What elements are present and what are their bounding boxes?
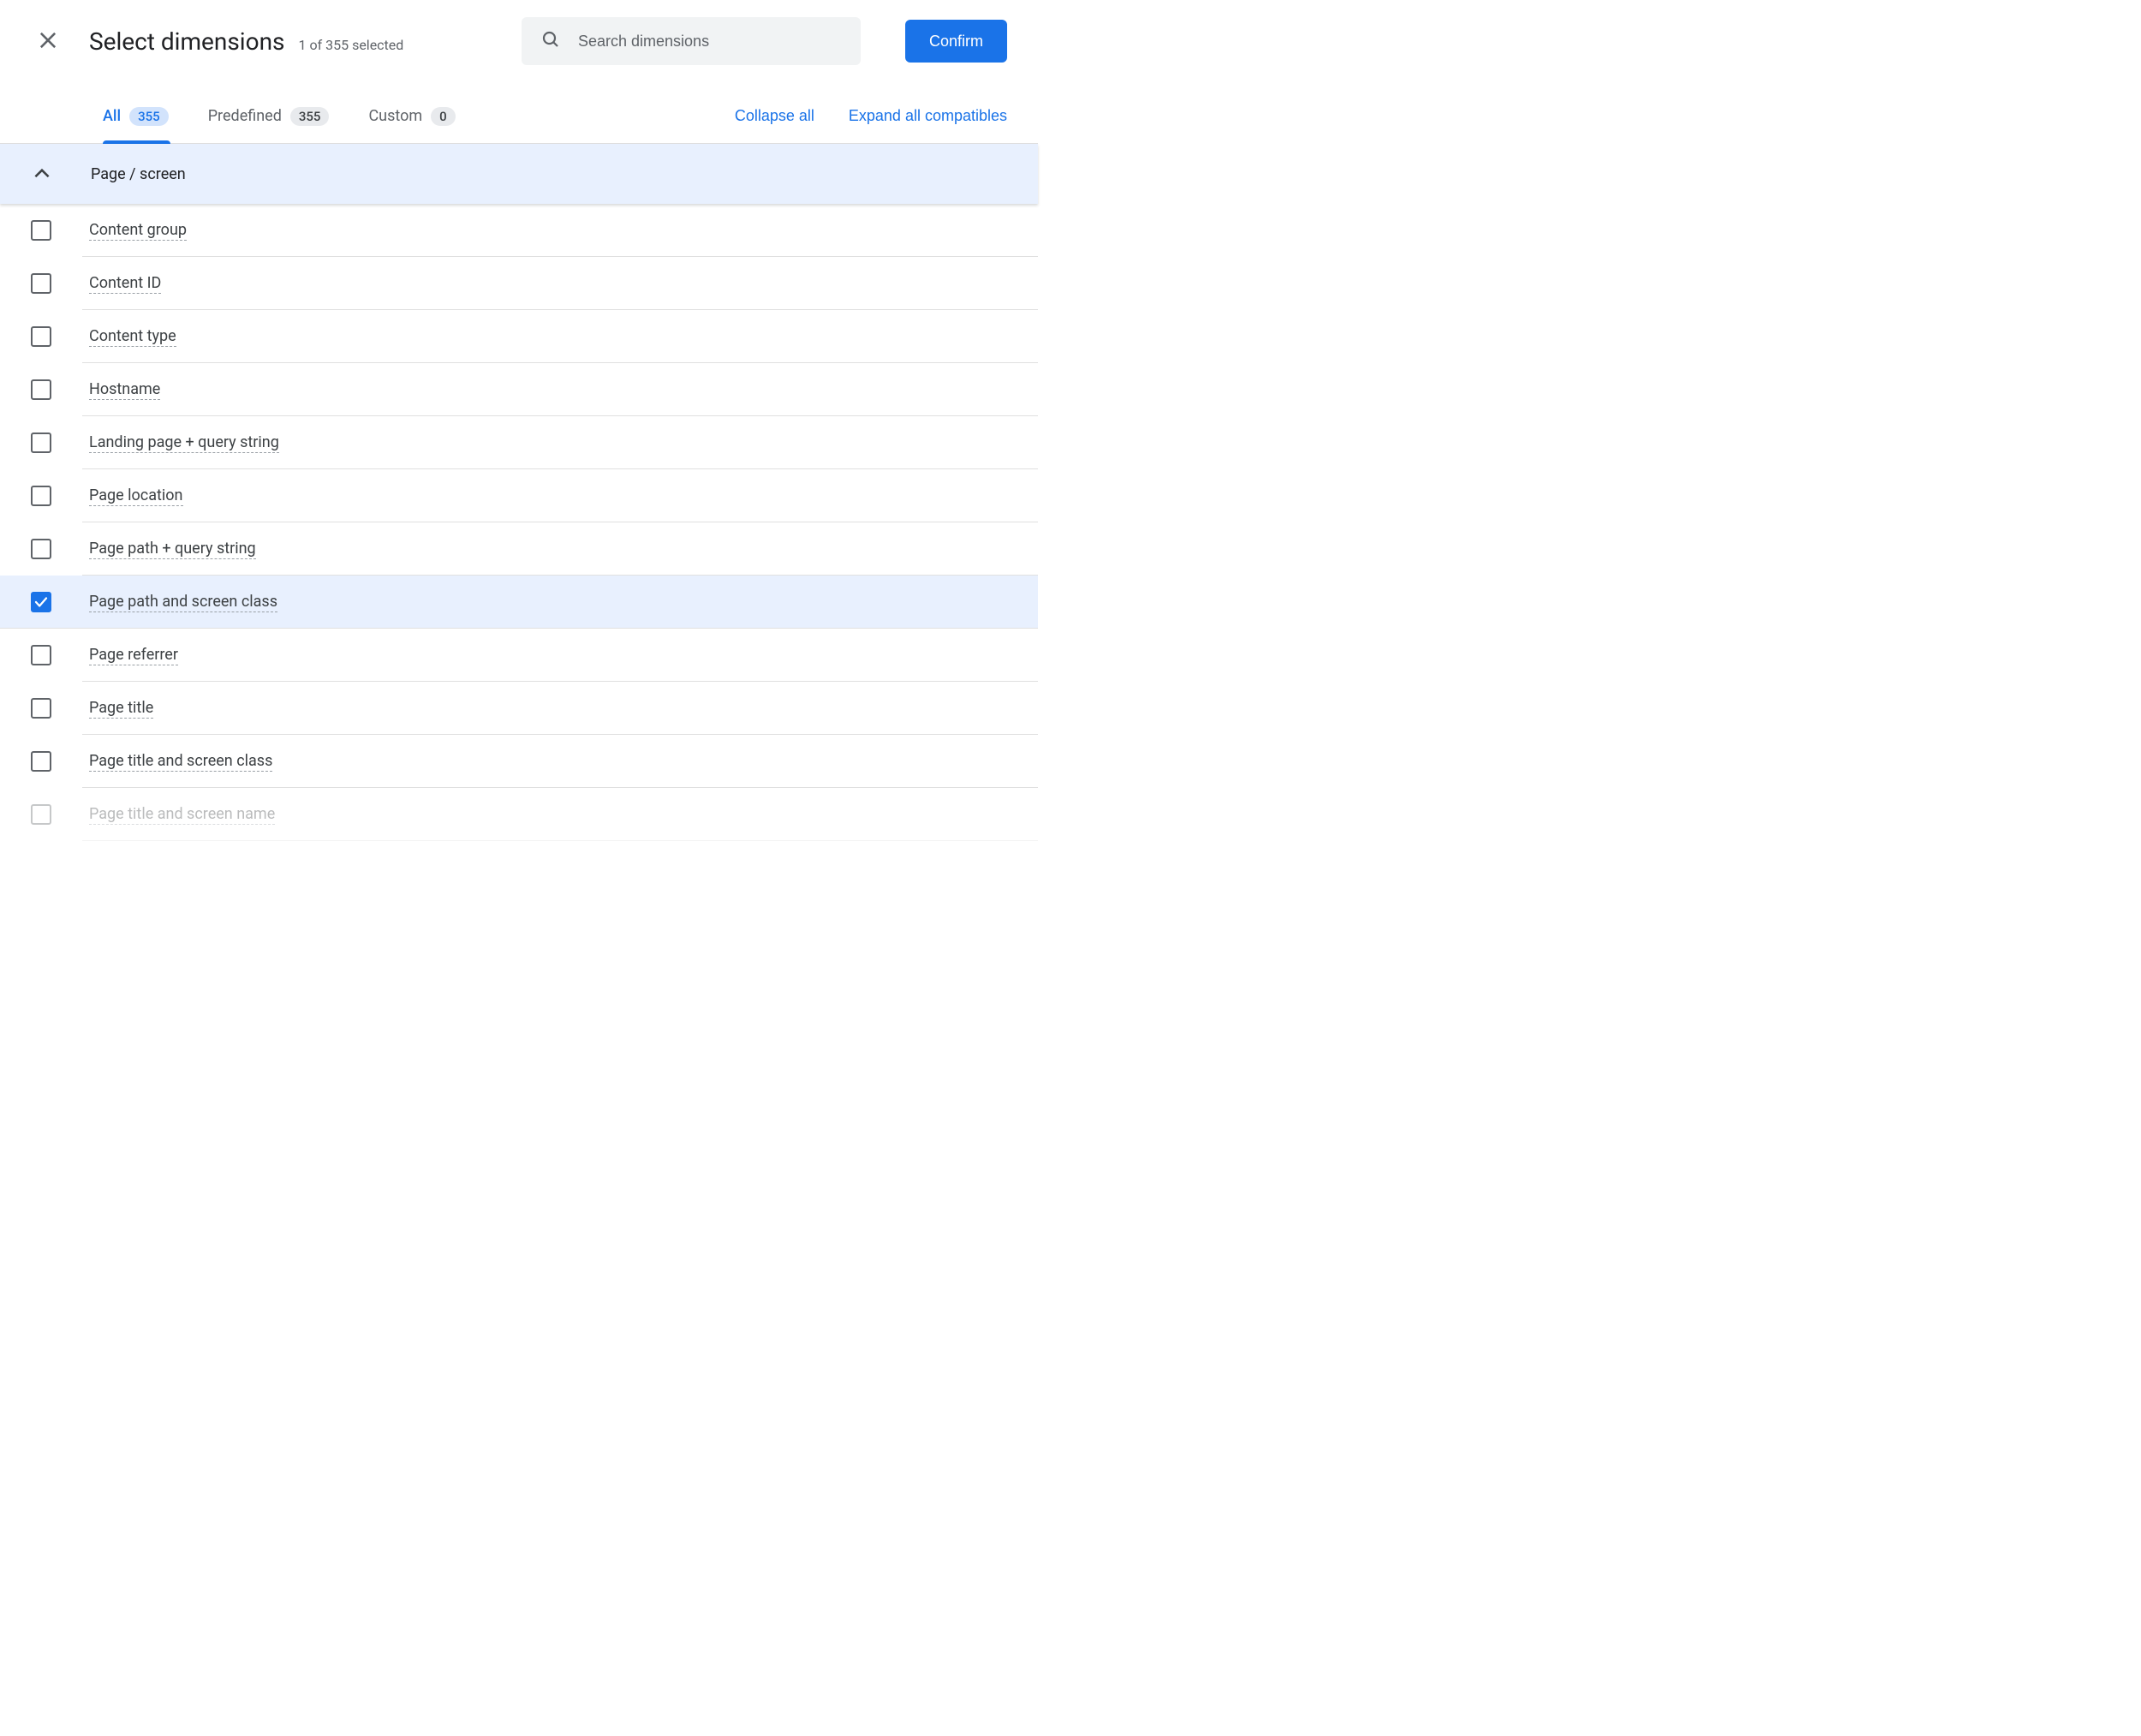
tab-count-chip: 355 [290,107,330,126]
confirm-button[interactable]: Confirm [905,20,1007,63]
list-item[interactable]: Page title and screen class [0,735,1038,788]
list-item[interactable]: Content type [0,310,1038,363]
item-label: Content group [89,221,187,241]
checkbox[interactable] [31,220,51,241]
checkbox[interactable] [31,433,51,453]
selection-count: 1 of 355 selected [299,37,404,53]
list-item[interactable]: Content ID [0,257,1038,310]
checkbox[interactable] [31,273,51,294]
title-wrap: Select dimensions 1 of 355 selected [89,27,403,56]
list-item[interactable]: Page title [0,682,1038,735]
tabs-row: All 355 Predefined 355 Custom 0 Collapse… [0,89,1038,144]
item-label: Hostname [89,380,160,400]
list-item[interactable]: Content group [0,204,1038,257]
dialog-header: Select dimensions 1 of 355 selected Conf… [0,0,1038,89]
chevron-up-icon [31,163,53,185]
checkbox[interactable] [31,698,51,719]
checkbox[interactable] [31,645,51,665]
checkbox[interactable] [31,751,51,772]
item-label: Landing page + query string [89,433,279,453]
tab-predefined[interactable]: Predefined 355 [208,89,330,143]
close-icon [36,28,60,55]
group-header[interactable]: Page / screen [0,144,1038,204]
tab-count-chip: 355 [129,107,169,126]
list-item[interactable]: Page title and screen name [0,788,1038,841]
tab-custom[interactable]: Custom 0 [368,89,455,143]
search-box[interactable] [522,17,861,65]
search-icon [540,29,561,53]
collapse-all-button[interactable]: Collapse all [735,107,814,125]
dimension-list: Content group Content ID Content type Hostn… [0,204,1038,841]
item-label: Page title [89,699,153,719]
checkbox[interactable] [31,539,51,559]
item-label: Content ID [89,274,161,294]
item-label: Page title and screen name [89,805,275,825]
dialog-title: Select dimensions [89,27,285,56]
list-item[interactable]: Hostname [0,363,1038,416]
search-input[interactable] [578,33,842,51]
tab-label: Predefined [208,107,282,125]
checkbox[interactable] [31,804,51,825]
expand-all-button[interactable]: Expand all compatibles [849,107,1007,125]
checkbox[interactable] [31,326,51,347]
tabs: All 355 Predefined 355 Custom 0 [103,89,456,143]
item-label: Page title and screen class [89,752,272,772]
checkbox[interactable] [31,592,51,612]
item-label: Page location [89,486,183,506]
item-label: Page path and screen class [89,593,277,612]
tab-count-chip: 0 [431,107,456,126]
checkbox[interactable] [31,379,51,400]
tab-label: All [103,107,121,125]
item-label: Content type [89,327,176,347]
list-item[interactable]: Landing page + query string [0,416,1038,469]
item-label: Page path + query string [89,540,256,559]
group-title: Page / screen [91,165,186,183]
close-button[interactable] [31,23,65,60]
checkbox[interactable] [31,486,51,506]
list-item[interactable]: Page path and screen class [0,576,1038,629]
tab-label: Custom [368,107,422,125]
tab-all[interactable]: All 355 [103,89,169,143]
link-actions: Collapse all Expand all compatibles [735,107,1007,125]
list-item[interactable]: Page referrer [0,629,1038,682]
list-item[interactable]: Page location [0,469,1038,522]
item-label: Page referrer [89,646,178,665]
list-item[interactable]: Page path + query string [0,522,1038,576]
